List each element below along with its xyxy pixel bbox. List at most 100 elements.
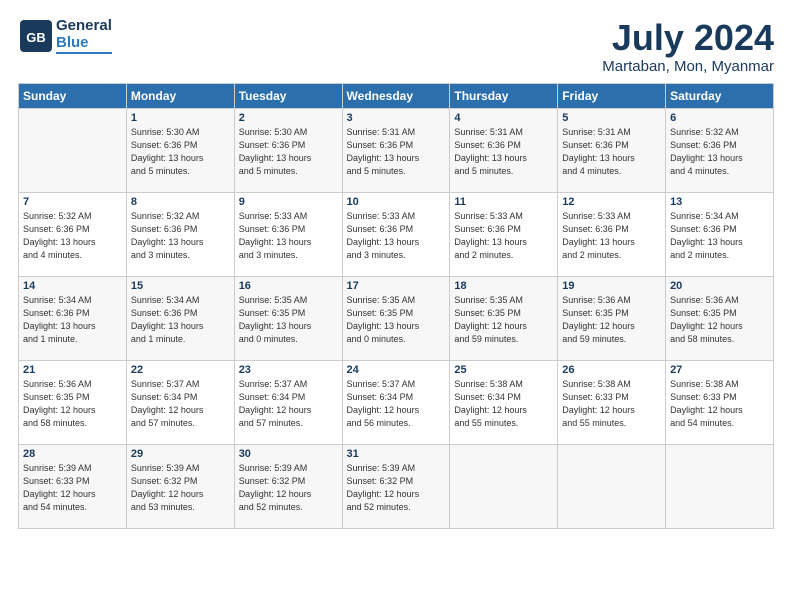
day-number: 28 [23, 448, 122, 460]
day-cell: 17 Sunrise: 5:35 AM Sunset: 6:35 PM Dayli… [342, 276, 450, 360]
day-number: 18 [454, 280, 553, 292]
day-cell: 14Sunrise: 5:34 AM Sunset: 6:36 PM Dayli… [19, 276, 127, 360]
day-info: Sunrise: 5:35 AM Sunset: 6:35 PM Dayligh… [347, 294, 446, 346]
calendar-table: SundayMondayTuesdayWednesdayThursdayFrid… [18, 83, 774, 529]
col-header-thursday: Thursday [450, 83, 558, 108]
col-header-wednesday: Wednesday [342, 83, 450, 108]
day-cell [558, 444, 666, 528]
day-number: 9 [239, 196, 338, 208]
week-row-2: 7 Sunrise: 5:32 AM Sunset: 6:36 PM Daylig… [19, 192, 774, 276]
day-info: Sunrise: 5:31 AM Sunset: 6:36 PM Dayligh… [454, 126, 553, 178]
day-cell: 25 Sunrise: 5:38 AM Sunset: 6:34 PM Dayli… [450, 360, 558, 444]
day-number: 1 [131, 112, 230, 124]
col-header-monday: Monday [126, 83, 234, 108]
day-cell: 18 Sunrise: 5:35 AM Sunset: 6:35 PM Dayli… [450, 276, 558, 360]
day-info: Sunrise: 5:33 AM Sunset: 6:36 PM Dayligh… [454, 210, 553, 262]
header: GB General Blue July 2024 Martaban, Mon,… [18, 18, 774, 75]
day-info: Sunrise: 5:33 AM Sunset: 6:36 PM Dayligh… [239, 210, 338, 262]
day-number: 21 [23, 364, 122, 376]
day-info: Sunrise: 5:32 AM Sunset: 6:36 PM Dayligh… [131, 210, 230, 262]
day-number: 4 [454, 112, 553, 124]
day-cell: 16 Sunrise: 5:35 AM Sunset: 6:35 PM Dayli… [234, 276, 342, 360]
day-number: 15 [131, 280, 230, 292]
day-info: Sunrise: 5:39 AM Sunset: 6:33 PM Dayligh… [23, 462, 122, 514]
day-cell [19, 108, 127, 192]
day-number: 2 [239, 112, 338, 124]
day-cell [666, 444, 774, 528]
week-row-1: 1 Sunrise: 5:30 AM Sunset: 6:36 PM Daylig… [19, 108, 774, 192]
month-title: July 2024 [602, 18, 774, 58]
day-cell: 30Sunrise: 5:39 AM Sunset: 6:32 PM Dayli… [234, 444, 342, 528]
day-cell: 13Sunrise: 5:34 AM Sunset: 6:36 PM Dayli… [666, 192, 774, 276]
day-cell: 26 Sunrise: 5:38 AM Sunset: 6:33 PM Dayli… [558, 360, 666, 444]
week-row-4: 21 Sunrise: 5:36 AM Sunset: 6:35 PM Dayli… [19, 360, 774, 444]
week-row-3: 14Sunrise: 5:34 AM Sunset: 6:36 PM Dayli… [19, 276, 774, 360]
week-row-5: 28 Sunrise: 5:39 AM Sunset: 6:33 PM Dayli… [19, 444, 774, 528]
day-info: Sunrise: 5:35 AM Sunset: 6:35 PM Dayligh… [454, 294, 553, 346]
col-header-tuesday: Tuesday [234, 83, 342, 108]
day-number: 6 [670, 112, 769, 124]
day-cell: 29Sunrise: 5:39 AM Sunset: 6:32 PM Dayli… [126, 444, 234, 528]
day-cell: 20 Sunrise: 5:36 AM Sunset: 6:35 PM Dayli… [666, 276, 774, 360]
day-cell: 9 Sunrise: 5:33 AM Sunset: 6:36 PM Daylig… [234, 192, 342, 276]
day-number: 8 [131, 196, 230, 208]
day-info: Sunrise: 5:37 AM Sunset: 6:34 PM Dayligh… [131, 378, 230, 430]
col-header-saturday: Saturday [666, 83, 774, 108]
day-number: 19 [562, 280, 661, 292]
day-info: Sunrise: 5:39 AM Sunset: 6:32 PM Dayligh… [239, 462, 338, 514]
day-cell: 11Sunrise: 5:33 AM Sunset: 6:36 PM Dayli… [450, 192, 558, 276]
logo: GB General Blue [18, 18, 112, 54]
day-cell: 10Sunrise: 5:33 AM Sunset: 6:36 PM Dayli… [342, 192, 450, 276]
day-info: Sunrise: 5:37 AM Sunset: 6:34 PM Dayligh… [239, 378, 338, 430]
day-info: Sunrise: 5:38 AM Sunset: 6:33 PM Dayligh… [670, 378, 769, 430]
day-info: Sunrise: 5:33 AM Sunset: 6:36 PM Dayligh… [562, 210, 661, 262]
day-info: Sunrise: 5:30 AM Sunset: 6:36 PM Dayligh… [131, 126, 230, 178]
day-info: Sunrise: 5:37 AM Sunset: 6:34 PM Dayligh… [347, 378, 446, 430]
day-number: 3 [347, 112, 446, 124]
day-cell: 8 Sunrise: 5:32 AM Sunset: 6:36 PM Daylig… [126, 192, 234, 276]
day-number: 22 [131, 364, 230, 376]
day-info: Sunrise: 5:31 AM Sunset: 6:36 PM Dayligh… [347, 126, 446, 178]
day-cell: 31Sunrise: 5:39 AM Sunset: 6:32 PM Dayli… [342, 444, 450, 528]
day-info: Sunrise: 5:38 AM Sunset: 6:34 PM Dayligh… [454, 378, 553, 430]
col-header-sunday: Sunday [19, 83, 127, 108]
day-cell: 19Sunrise: 5:36 AM Sunset: 6:35 PM Dayli… [558, 276, 666, 360]
day-info: Sunrise: 5:36 AM Sunset: 6:35 PM Dayligh… [23, 378, 122, 430]
day-number: 23 [239, 364, 338, 376]
day-info: Sunrise: 5:36 AM Sunset: 6:35 PM Dayligh… [670, 294, 769, 346]
page: GB General Blue July 2024 Martaban, Mon,… [0, 0, 792, 612]
day-cell: 24 Sunrise: 5:37 AM Sunset: 6:34 PM Dayli… [342, 360, 450, 444]
day-info: Sunrise: 5:32 AM Sunset: 6:36 PM Dayligh… [23, 210, 122, 262]
day-cell: 27 Sunrise: 5:38 AM Sunset: 6:33 PM Dayli… [666, 360, 774, 444]
day-info: Sunrise: 5:30 AM Sunset: 6:36 PM Dayligh… [239, 126, 338, 178]
day-number: 14 [23, 280, 122, 292]
day-number: 31 [347, 448, 446, 460]
day-number: 16 [239, 280, 338, 292]
day-number: 7 [23, 196, 122, 208]
day-info: Sunrise: 5:32 AM Sunset: 6:36 PM Dayligh… [670, 126, 769, 178]
day-number: 17 [347, 280, 446, 292]
svg-text:GB: GB [26, 30, 46, 45]
day-number: 27 [670, 364, 769, 376]
day-cell: 2 Sunrise: 5:30 AM Sunset: 6:36 PM Daylig… [234, 108, 342, 192]
logo-blue: Blue [56, 35, 112, 52]
day-cell: 23 Sunrise: 5:37 AM Sunset: 6:34 PM Dayli… [234, 360, 342, 444]
title-block: July 2024 Martaban, Mon, Myanmar [602, 18, 774, 75]
day-number: 10 [347, 196, 446, 208]
day-cell: 15Sunrise: 5:34 AM Sunset: 6:36 PM Dayli… [126, 276, 234, 360]
day-info: Sunrise: 5:38 AM Sunset: 6:33 PM Dayligh… [562, 378, 661, 430]
day-cell: 21 Sunrise: 5:36 AM Sunset: 6:35 PM Dayli… [19, 360, 127, 444]
day-number: 24 [347, 364, 446, 376]
day-number: 26 [562, 364, 661, 376]
day-number: 5 [562, 112, 661, 124]
day-cell: 12 Sunrise: 5:33 AM Sunset: 6:36 PM Dayli… [558, 192, 666, 276]
day-info: Sunrise: 5:35 AM Sunset: 6:35 PM Dayligh… [239, 294, 338, 346]
logo-general: General [56, 18, 112, 35]
day-number: 20 [670, 280, 769, 292]
day-cell: 22 Sunrise: 5:37 AM Sunset: 6:34 PM Dayli… [126, 360, 234, 444]
day-cell [450, 444, 558, 528]
day-number: 12 [562, 196, 661, 208]
day-cell: 3 Sunrise: 5:31 AM Sunset: 6:36 PM Daylig… [342, 108, 450, 192]
day-cell: 7 Sunrise: 5:32 AM Sunset: 6:36 PM Daylig… [19, 192, 127, 276]
day-number: 25 [454, 364, 553, 376]
